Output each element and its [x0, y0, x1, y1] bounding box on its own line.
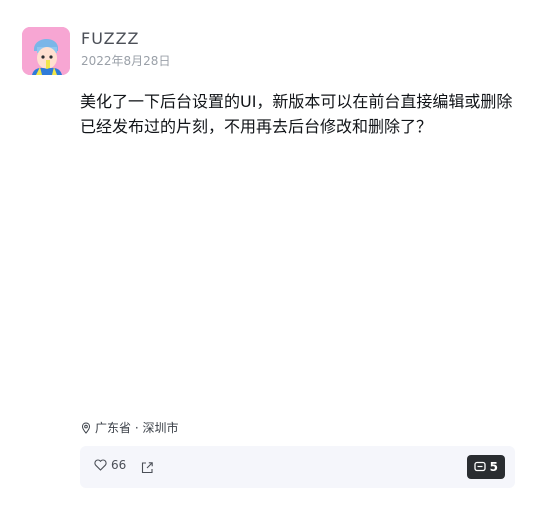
post-date: 2022年8月28日 — [81, 54, 171, 68]
location-pin-icon — [81, 421, 91, 434]
share-icon — [141, 462, 153, 474]
comment-count: 5 — [489, 460, 498, 474]
author-name[interactable]: FUZZZ — [81, 29, 140, 48]
post-content: 美化了一下后台设置的UI，新版本可以在前台直接编辑或删除已经发布过的片刻，不用再… — [80, 92, 513, 136]
location-text: 广东省 · 深圳市 — [95, 421, 179, 435]
share-button[interactable] — [141, 459, 154, 478]
like-button[interactable]: 66 — [94, 458, 126, 472]
comment-button[interactable]: 5 — [466, 455, 505, 479]
like-count: 66 — [111, 458, 127, 472]
moment-card: FUZZZ 2022年8月28日 美化了一下后台设置的UI，新版本可以在前台直接… — [0, 0, 560, 506]
location: 广东省 · 深圳市 — [80, 419, 178, 436]
avatar[interactable] — [22, 27, 70, 75]
comment-icon — [473, 461, 486, 472]
avatar-illustration — [22, 27, 70, 75]
heart-icon — [94, 459, 107, 471]
action-bar: 66 5 — [80, 446, 515, 488]
